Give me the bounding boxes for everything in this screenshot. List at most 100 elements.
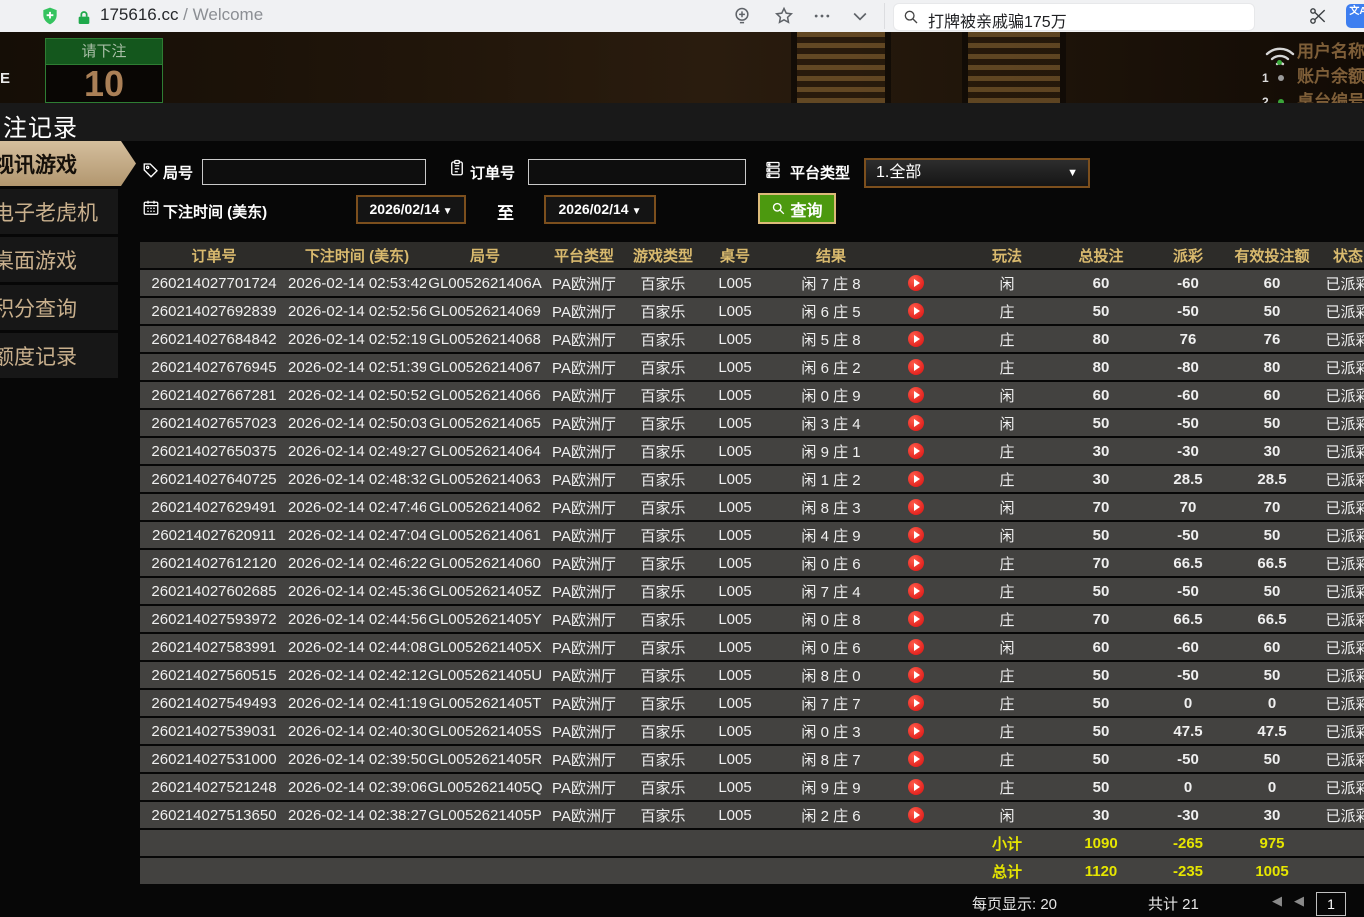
- cell-time: 2026-02-14 02:45:36: [288, 578, 426, 604]
- cell-order-id: 260214027692839: [140, 298, 288, 324]
- cell-table: L005: [702, 326, 768, 352]
- replay-play-icon[interactable]: [908, 275, 924, 291]
- cell-time: 2026-02-14 02:39:06: [288, 774, 426, 800]
- replay-play-icon[interactable]: [908, 499, 924, 515]
- platform-icon: [764, 159, 782, 181]
- table-row: 2602140276407252026-02-14 02:48:32GL0052…: [140, 466, 1364, 492]
- cell-table: L005: [702, 438, 768, 464]
- query-button[interactable]: 查询: [758, 193, 836, 224]
- cell-round-id: GL00526214063: [426, 466, 544, 492]
- cell-time: 2026-02-14 02:53:42: [288, 270, 426, 296]
- order-input[interactable]: [528, 159, 746, 185]
- first-page-arrow-icon[interactable]: ◀: [1272, 893, 1282, 909]
- cell-play: 庄: [964, 326, 1050, 352]
- cell-table: L005: [702, 746, 768, 772]
- round-input[interactable]: [202, 159, 426, 185]
- replay-play-icon[interactable]: [908, 695, 924, 711]
- sidebar-item-slots[interactable]: 电子老虎机: [0, 189, 118, 234]
- translate-icon[interactable]: 文A: [1346, 4, 1364, 28]
- replay-play-icon[interactable]: [908, 611, 924, 627]
- cell-bet: 60: [1050, 634, 1152, 660]
- date-from-picker[interactable]: 2026/02/14▼: [356, 195, 466, 224]
- sidebar-item-video-games[interactable]: 视讯游戏: [0, 141, 136, 186]
- cell-round-id: GL00526214060: [426, 550, 544, 576]
- replay-play-icon[interactable]: [908, 639, 924, 655]
- cell-play: 庄: [964, 746, 1050, 772]
- browser-search[interactable]: 打牌被亲戚骗175万: [893, 3, 1255, 31]
- query-button-label: 查询: [790, 197, 822, 221]
- cell-round-id: GL00526214065: [426, 410, 544, 436]
- table-row: 2602140276570232026-02-14 02:50:03GL0052…: [140, 410, 1364, 436]
- replay-play-icon[interactable]: [908, 583, 924, 599]
- cell-game: 百家乐: [624, 690, 702, 716]
- cell-game: 百家乐: [624, 522, 702, 548]
- sidebar-item-quota-records[interactable]: 额度记录: [0, 333, 118, 378]
- cell-time: 2026-02-14 02:39:50: [288, 746, 426, 772]
- summary-payout: -235: [1152, 858, 1224, 884]
- cell-round-id: GL00526214069: [426, 298, 544, 324]
- replay-play-icon[interactable]: [908, 807, 924, 823]
- cell-status: 已派彩: [1320, 438, 1364, 464]
- replay-play-icon[interactable]: [908, 303, 924, 319]
- cell-table: L005: [702, 522, 768, 548]
- column-header: 订单号: [140, 242, 288, 268]
- cell-bet: 50: [1050, 746, 1152, 772]
- cell-platform: PA欧洲厅: [544, 522, 624, 548]
- prev-page-arrow-icon[interactable]: ◀: [1294, 893, 1304, 909]
- cell-payout: -50: [1152, 298, 1224, 324]
- more-menu-icon[interactable]: [812, 6, 832, 26]
- replay-play-icon[interactable]: [908, 359, 924, 375]
- address-url[interactable]: 175616.cc / Welcome: [100, 5, 263, 25]
- replay-play-icon[interactable]: [908, 555, 924, 571]
- cell-platform: PA欧洲厅: [544, 578, 624, 604]
- replay-play-icon[interactable]: [908, 387, 924, 403]
- replay-play-icon[interactable]: [908, 751, 924, 767]
- replay-play-icon[interactable]: [908, 779, 924, 795]
- summary-spacer: [140, 830, 964, 856]
- platform-select[interactable]: 1.全部 ▼: [864, 158, 1090, 188]
- cell-valid: 60: [1224, 270, 1320, 296]
- cell-payout: -50: [1152, 662, 1224, 688]
- sidebar-item-table-games[interactable]: 桌面游戏: [0, 237, 118, 282]
- cell-table: L005: [702, 690, 768, 716]
- reader-mode-icon[interactable]: [732, 6, 752, 26]
- cell-round-id: GL00526214062: [426, 494, 544, 520]
- cell-platform: PA欧洲厅: [544, 270, 624, 296]
- replay-play-icon[interactable]: [908, 415, 924, 431]
- summary-payout: -265: [1152, 830, 1224, 856]
- cell-game: 百家乐: [624, 466, 702, 492]
- date-dropdown-arrow-icon: ▼: [632, 206, 642, 217]
- cell-result: 闲 3 庄 4: [768, 410, 964, 436]
- replay-play-icon[interactable]: [908, 527, 924, 543]
- replay-play-icon[interactable]: [908, 667, 924, 683]
- cell-status: 已派彩: [1320, 270, 1364, 296]
- cell-result: 闲 5 庄 8: [768, 326, 964, 352]
- sidebar-item-label: 视讯游戏: [0, 149, 77, 179]
- column-header: 局号: [426, 242, 544, 268]
- favorite-star-icon[interactable]: [774, 6, 794, 26]
- date-to-picker[interactable]: 2026/02/14▼: [544, 195, 656, 224]
- page-number-box[interactable]: 1: [1316, 892, 1346, 916]
- replay-play-icon[interactable]: [908, 443, 924, 459]
- cell-valid: 60: [1224, 382, 1320, 408]
- cell-bet: 50: [1050, 522, 1152, 548]
- cell-payout: -50: [1152, 522, 1224, 548]
- total-count-label: 共计 21: [1148, 893, 1199, 914]
- scissors-icon[interactable]: [1308, 6, 1328, 26]
- toolbar-divider: [884, 3, 885, 29]
- sidebar-item-points-query[interactable]: 积分查询: [0, 285, 118, 330]
- shield-plus-icon[interactable]: [40, 6, 60, 26]
- replay-play-icon[interactable]: [908, 471, 924, 487]
- chevron-down-icon[interactable]: [850, 6, 870, 26]
- replay-play-icon[interactable]: [908, 723, 924, 739]
- lock-icon[interactable]: [76, 8, 92, 28]
- summary-status-empty: [1320, 858, 1364, 884]
- summary-status-empty: [1320, 830, 1364, 856]
- cell-valid: 70: [1224, 494, 1320, 520]
- per-page-label: 每页显示: 20: [972, 893, 1057, 914]
- gray-dot: [1278, 75, 1284, 81]
- replay-play-icon[interactable]: [908, 331, 924, 347]
- cell-time: 2026-02-14 02:40:30: [288, 718, 426, 744]
- cell-play: 庄: [964, 298, 1050, 324]
- cell-status: 已派彩: [1320, 354, 1364, 380]
